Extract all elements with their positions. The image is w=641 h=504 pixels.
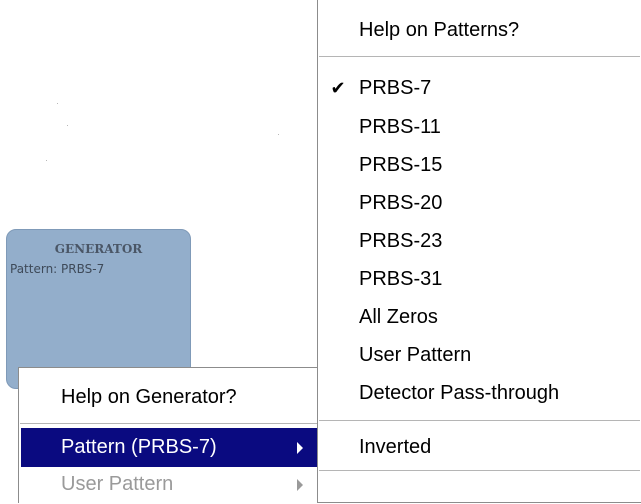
generator-title: GENERATOR <box>54 242 143 256</box>
pattern-option-label: PRBS-15 <box>359 154 443 176</box>
pattern-option-user-pattern[interactable]: User Pattern <box>318 336 641 375</box>
menu-item-help-on-generator[interactable]: Help on Generator? <box>19 378 319 417</box>
pattern-option-label: All Zeros <box>359 306 438 328</box>
canvas-dot <box>67 125 68 126</box>
pattern-option-label: PRBS-31 <box>359 268 443 290</box>
submenu-arrow-icon <box>297 479 303 491</box>
menu-separator <box>20 423 318 424</box>
pattern-option-label: PRBS-23 <box>359 230 443 252</box>
pattern-option-all-zeros[interactable]: All Zeros <box>318 298 641 337</box>
menu-item-pattern[interactable]: Pattern (PRBS-7) <box>21 428 317 467</box>
pattern-option-detector-pass-through[interactable]: Detector Pass-through <box>318 374 641 413</box>
menu-item-label: Pattern (PRBS-7) <box>61 436 217 458</box>
pattern-option-label: User Pattern <box>359 344 472 366</box>
pattern-option-label: Detector Pass-through <box>359 382 560 404</box>
generator-context-menu: Help on Generator? Pattern (PRBS-7) User… <box>18 367 320 503</box>
pattern-option-label: PRBS-20 <box>359 192 443 214</box>
menu-item-help-on-patterns[interactable]: Help on Patterns? <box>318 11 641 50</box>
menu-item-user-pattern[interactable]: User Pattern <box>19 465 319 504</box>
canvas-dot <box>46 160 47 161</box>
pattern-option-prbs-7[interactable]: ✔ PRBS-7 <box>318 69 641 108</box>
pattern-option-prbs-31[interactable]: PRBS-31 <box>318 260 641 299</box>
pattern-option-label: PRBS-11 <box>359 116 441 138</box>
canvas-dot <box>57 103 58 104</box>
checkmark-icon: ✔ <box>330 78 346 98</box>
menu-item-label: Help on Generator? <box>61 386 237 408</box>
menu-item-label: User Pattern <box>61 473 174 495</box>
pattern-option-prbs-15[interactable]: PRBS-15 <box>318 146 641 185</box>
pattern-option-label: PRBS-7 <box>359 77 432 99</box>
menu-item-label: Inverted <box>359 436 432 458</box>
submenu-arrow-icon <box>297 442 303 454</box>
menu-item-label: Help on Patterns? <box>359 19 520 41</box>
generator-block[interactable]: GENERATOR Pattern: PRBS-7 <box>6 229 191 389</box>
menu-separator <box>319 56 640 57</box>
menu-separator <box>319 470 640 471</box>
pattern-submenu: Help on Patterns? ✔ PRBS-7 PRBS-11 PRBS-… <box>317 0 641 503</box>
menu-separator <box>319 420 640 421</box>
canvas-dot <box>278 134 279 135</box>
pattern-option-prbs-20[interactable]: PRBS-20 <box>318 184 641 223</box>
pattern-option-prbs-23[interactable]: PRBS-23 <box>318 222 641 261</box>
menu-item-inverted[interactable]: Inverted <box>318 428 641 467</box>
pattern-option-prbs-11[interactable]: PRBS-11 <box>318 108 641 147</box>
generator-pattern-text: Pattern: PRBS-7 <box>10 262 105 276</box>
